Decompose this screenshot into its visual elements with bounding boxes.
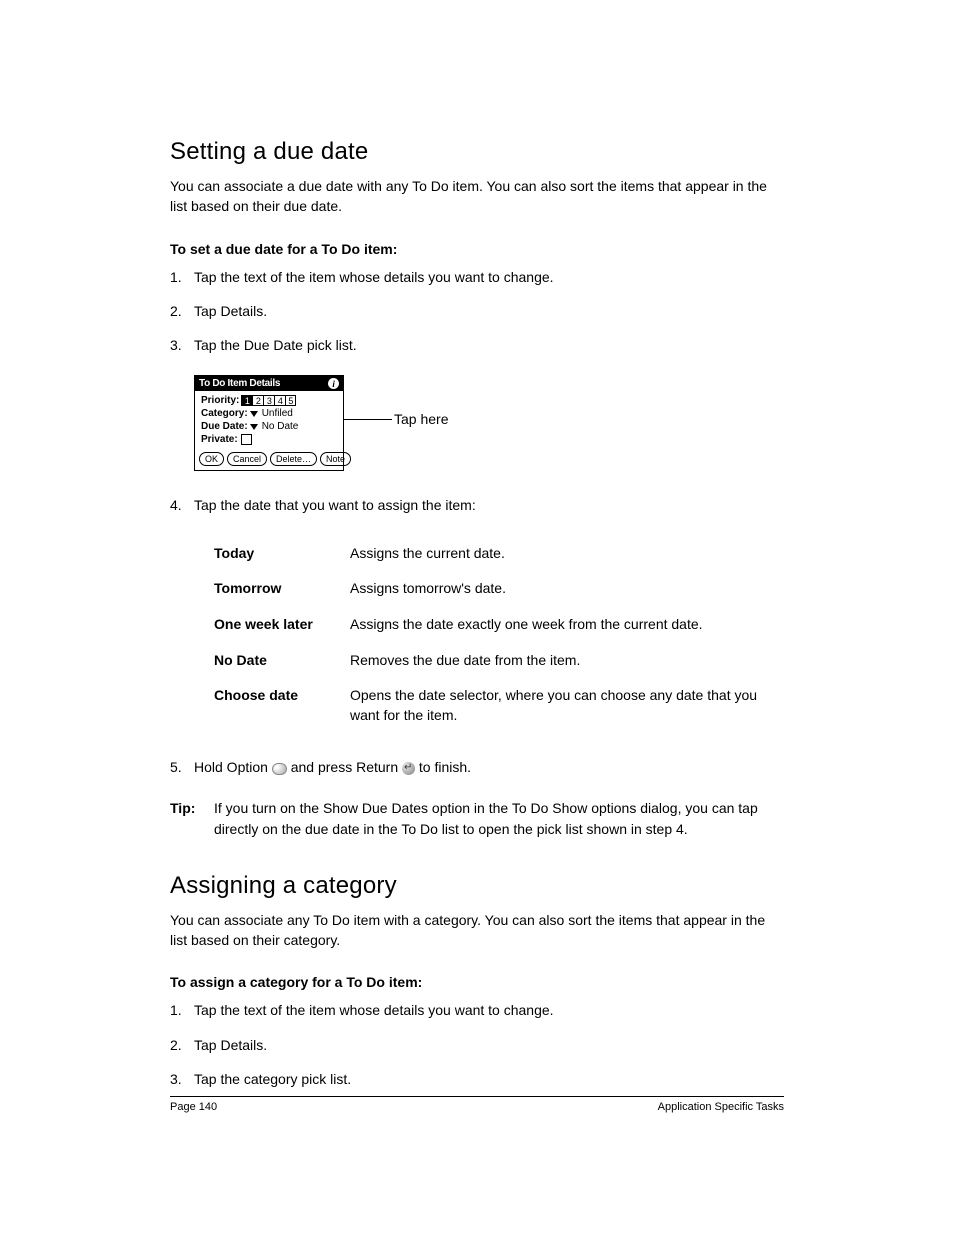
category-row[interactable]: Category: Unfiled bbox=[201, 408, 337, 419]
step-number: 2. bbox=[170, 301, 194, 321]
procedure-steps-end: 5. Hold Option and press Return to finis… bbox=[170, 757, 784, 777]
step-number: 1. bbox=[170, 1000, 194, 1020]
priority-row: Priority: 1 2 3 4 5 bbox=[201, 395, 337, 406]
option-desc: Assigns the date exactly one week from t… bbox=[350, 607, 774, 643]
step-text: Tap the text of the item whose details y… bbox=[194, 267, 784, 287]
duedate-label: Due Date: bbox=[201, 421, 248, 432]
table-row: Today Assigns the current date. bbox=[214, 536, 774, 572]
option-term: Choose date bbox=[214, 678, 350, 733]
document-page: Setting a due date You can associate a d… bbox=[0, 0, 954, 1235]
option-desc: Assigns tomorrow's date. bbox=[350, 571, 774, 607]
duedate-row[interactable]: Due Date: No Date bbox=[201, 421, 337, 432]
step-item: 1. Tap the text of the item whose detail… bbox=[170, 267, 784, 287]
date-options-table: Today Assigns the current date. Tomorrow… bbox=[214, 536, 774, 734]
heading-setting-due-date: Setting a due date bbox=[170, 138, 784, 166]
option-term: No Date bbox=[214, 643, 350, 679]
category-value: Unfiled bbox=[262, 408, 293, 419]
table-row: Choose date Opens the date selector, whe… bbox=[214, 678, 774, 733]
step-item: 3. Tap the Due Date pick list. bbox=[170, 335, 784, 355]
step-text: Tap Details. bbox=[194, 301, 784, 321]
step-number: 3. bbox=[170, 335, 194, 355]
priority-selector[interactable]: 1 2 3 4 5 bbox=[241, 395, 296, 406]
step-item: 2. Tap Details. bbox=[170, 301, 784, 321]
table-row: Tomorrow Assigns tomorrow's date. bbox=[214, 571, 774, 607]
priority-1[interactable]: 1 bbox=[241, 395, 252, 406]
intro-paragraph: You can associate a due date with any To… bbox=[170, 176, 784, 217]
step-text: Tap Details. bbox=[194, 1035, 784, 1055]
step5-part-a: Hold Option bbox=[194, 759, 272, 775]
cancel-button[interactable]: Cancel bbox=[227, 452, 267, 466]
callout-line bbox=[344, 419, 392, 420]
procedure-steps: 1. Tap the text of the item whose detail… bbox=[170, 267, 784, 356]
dialog-title-text: To Do Item Details bbox=[199, 378, 280, 389]
heading-assigning-category: Assigning a category bbox=[170, 872, 784, 900]
step-number: 5. bbox=[170, 757, 194, 777]
step-number: 2. bbox=[170, 1035, 194, 1055]
step-item: 5. Hold Option and press Return to finis… bbox=[170, 757, 784, 777]
footer-page-number: Page 140 bbox=[170, 1101, 217, 1113]
dialog-titlebar: To Do Item Details i bbox=[195, 376, 343, 391]
option-desc: Removes the due date from the item. bbox=[350, 643, 774, 679]
option-key-icon bbox=[272, 763, 287, 775]
option-desc: Assigns the current date. bbox=[350, 536, 774, 572]
step-item: 1. Tap the text of the item whose detail… bbox=[170, 1000, 784, 1020]
step-text: Tap the text of the item whose details y… bbox=[194, 1000, 784, 1020]
step-number: 4. bbox=[170, 495, 194, 515]
private-row: Private: bbox=[201, 434, 337, 445]
todo-item-details-dialog: To Do Item Details i Priority: 1 2 3 4 5… bbox=[194, 375, 344, 471]
return-key-icon bbox=[402, 762, 415, 775]
priority-2[interactable]: 2 bbox=[252, 395, 263, 406]
duedate-value: No Date bbox=[262, 421, 299, 432]
step-item: 3. Tap the category pick list. bbox=[170, 1069, 784, 1089]
step5-part-b: and press Return bbox=[291, 759, 402, 775]
table-row: No Date Removes the due date from the it… bbox=[214, 643, 774, 679]
dialog-figure: To Do Item Details i Priority: 1 2 3 4 5… bbox=[194, 375, 784, 471]
delete-button[interactable]: Delete… bbox=[270, 452, 317, 466]
private-label: Private: bbox=[201, 434, 238, 445]
option-desc: Opens the date selector, where you can c… bbox=[350, 678, 774, 733]
step-text: Tap the category pick list. bbox=[194, 1069, 784, 1089]
tip-block: Tip: If you turn on the Show Due Dates o… bbox=[170, 798, 784, 840]
priority-4[interactable]: 4 bbox=[274, 395, 285, 406]
procedure-steps-continued: 4. Tap the date that you want to assign … bbox=[170, 495, 784, 515]
step-item: 4. Tap the date that you want to assign … bbox=[170, 495, 784, 515]
dropdown-icon bbox=[250, 424, 258, 430]
table-row: One week later Assigns the date exactly … bbox=[214, 607, 774, 643]
procedure-heading: To assign a category for a To Do item: bbox=[170, 974, 784, 990]
category-label: Category: bbox=[201, 408, 248, 419]
procedure-steps-2: 1. Tap the text of the item whose detail… bbox=[170, 1000, 784, 1089]
ok-button[interactable]: OK bbox=[199, 452, 224, 466]
tip-body: If you turn on the Show Due Dates option… bbox=[214, 798, 784, 840]
priority-3[interactable]: 3 bbox=[263, 395, 274, 406]
step-text: Tap the Due Date pick list. bbox=[194, 335, 784, 355]
priority-label: Priority: bbox=[201, 395, 239, 406]
tip-label: Tip: bbox=[170, 798, 214, 840]
dialog-buttons: OK Cancel Delete… Note bbox=[195, 449, 343, 470]
private-checkbox[interactable] bbox=[241, 434, 252, 445]
intro-paragraph: You can associate any To Do item with a … bbox=[170, 910, 784, 951]
step-text: Tap the date that you want to assign the… bbox=[194, 495, 784, 515]
page-footer: Page 140 Application Specific Tasks bbox=[170, 1096, 784, 1113]
option-term: Tomorrow bbox=[214, 571, 350, 607]
step-number: 3. bbox=[170, 1069, 194, 1089]
callout-label: Tap here bbox=[394, 411, 448, 427]
step5-part-c: to finish. bbox=[419, 759, 471, 775]
info-icon[interactable]: i bbox=[328, 378, 339, 389]
footer-section-name: Application Specific Tasks bbox=[658, 1101, 784, 1113]
option-term: Today bbox=[214, 536, 350, 572]
priority-5[interactable]: 5 bbox=[285, 395, 296, 406]
dropdown-icon bbox=[250, 411, 258, 417]
option-term: One week later bbox=[214, 607, 350, 643]
step-number: 1. bbox=[170, 267, 194, 287]
procedure-heading: To set a due date for a To Do item: bbox=[170, 241, 784, 257]
note-button[interactable]: Note bbox=[320, 452, 351, 466]
step-text: Hold Option and press Return to finish. bbox=[194, 757, 784, 777]
step-item: 2. Tap Details. bbox=[170, 1035, 784, 1055]
